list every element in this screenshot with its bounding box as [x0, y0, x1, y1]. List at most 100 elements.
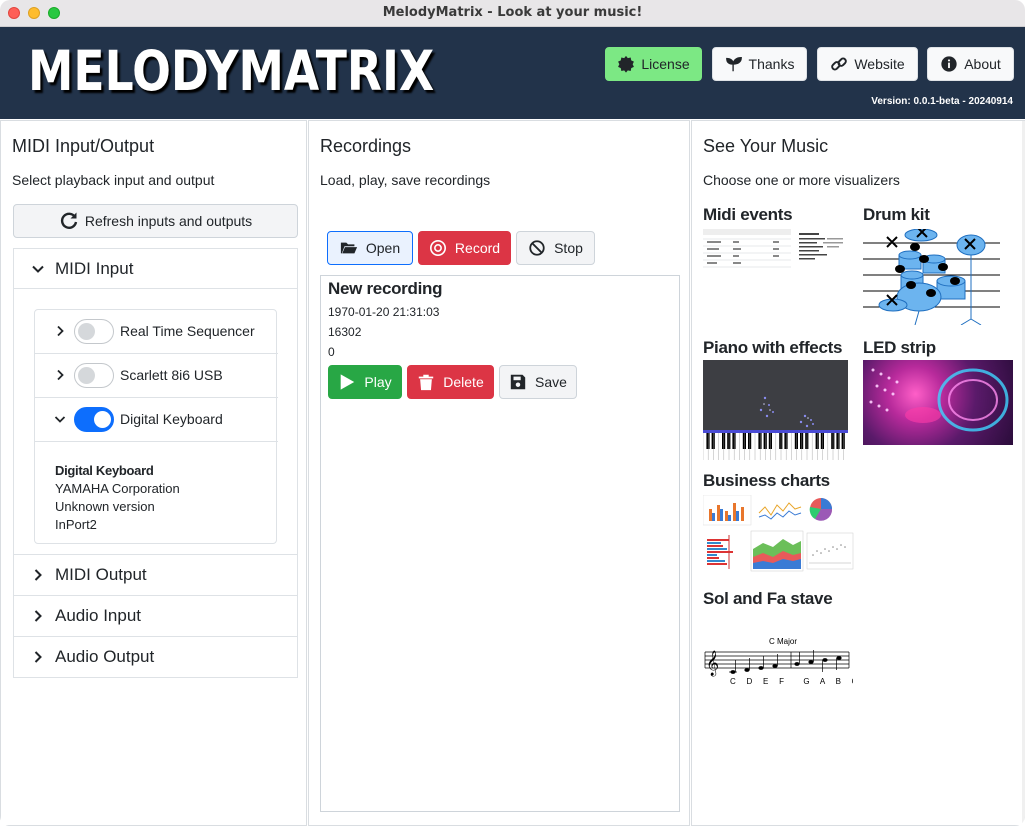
play-button[interactable]: Play: [328, 365, 402, 399]
device-detail-version: Unknown version: [55, 499, 155, 514]
drum-kit-title: Drum kit: [863, 205, 930, 224]
device-row-scarlett[interactable]: Scarlett 8i6 USB: [35, 354, 278, 398]
certificate-icon: [618, 55, 635, 73]
visualizers-subtitle: Choose one or more visualizers: [703, 172, 900, 188]
maximize-window-button[interactable]: [48, 7, 60, 19]
chevron-right-icon: [34, 610, 42, 622]
device-toggle[interactable]: [74, 319, 114, 344]
business-charts-title: Business charts: [703, 471, 830, 490]
treble-clef-icon: 𝄞: [706, 650, 719, 676]
window-title: MelodyMatrix - Look at your music!: [382, 5, 643, 20]
close-window-button[interactable]: [8, 7, 20, 19]
visualizers-title: See Your Music: [703, 136, 829, 156]
website-button[interactable]: Website: [817, 47, 918, 81]
recordings-title: Recordings: [320, 136, 412, 156]
visualizers-panel: See Your Music Choose one or more visual…: [691, 120, 1025, 826]
trash-icon: [419, 374, 434, 391]
recording-name: New recording: [328, 279, 443, 298]
floppy-disk-icon: [510, 374, 526, 390]
piano-effects-thumbnail[interactable]: [703, 360, 848, 460]
business-charts-thumbnail[interactable]: [703, 495, 855, 575]
midi-io-subtitle: Select playback input and output: [12, 172, 215, 188]
record-icon: [429, 239, 446, 257]
midi-output-label: MIDI Output: [55, 565, 147, 584]
chevron-right-icon: [34, 569, 42, 581]
stave-thumbnail[interactable]: C Major 𝄞 C D E F G A B C: [703, 634, 853, 686]
audio-output-header[interactable]: Audio Output: [14, 637, 297, 677]
title-bar: MelodyMatrix - Look at your music!: [0, 0, 1025, 27]
minimize-window-button[interactable]: [28, 7, 40, 19]
device-toggle[interactable]: [74, 407, 114, 432]
audio-input-label: Audio Input: [55, 606, 142, 625]
midi-io-panel: MIDI Input/Output Select playback input …: [0, 120, 307, 826]
recording-value: 0: [328, 345, 335, 359]
chevron-right-icon: [34, 651, 42, 663]
audio-input-header[interactable]: Audio Input: [14, 596, 297, 637]
led-strip-thumbnail[interactable]: [863, 360, 1013, 445]
delete-button[interactable]: Delete: [407, 365, 494, 399]
device-details: Digital Keyboard YAMAHA Corporation Unkn…: [55, 462, 180, 534]
midi-input-label: MIDI Input: [55, 258, 134, 278]
midi-input-header[interactable]: MIDI Input: [14, 249, 297, 289]
save-label: Save: [535, 374, 567, 390]
app-window: MelodyMatrix - Look at your music! MELOD…: [0, 0, 1025, 826]
seedling-icon: [725, 57, 742, 72]
midi-events-title: Midi events: [703, 205, 793, 224]
stave-note-names: C D E F G A B C: [730, 677, 853, 686]
about-label: About: [964, 56, 1001, 72]
device-toggle[interactable]: [74, 363, 114, 388]
open-label: Open: [365, 240, 401, 256]
recordings-subtitle: Load, play, save recordings: [320, 172, 491, 188]
io-accordion: MIDI Output Audio Input Audio Output: [13, 555, 298, 678]
record-button[interactable]: Record: [418, 231, 511, 265]
app-logo: MELODYMATRIX: [28, 39, 435, 103]
refresh-icon: [60, 212, 78, 229]
recordings-panel: Recordings Load, play, save recordings O…: [308, 120, 690, 826]
stop-button[interactable]: Stop: [516, 231, 595, 265]
app-header: MELODYMATRIX License Thanks Website Abou…: [0, 27, 1025, 119]
led-strip-title: LED strip: [863, 338, 936, 357]
device-name: Real Time Sequencer: [120, 323, 255, 339]
recordings-list: New recording 1970-01-20 21:31:03 16302 …: [320, 275, 680, 812]
thanks-button[interactable]: Thanks: [712, 47, 807, 81]
device-detail-vendor: YAMAHA Corporation: [55, 481, 180, 496]
chevron-right-icon: [57, 369, 64, 381]
device-name: Scarlett 8i6 USB: [120, 367, 223, 383]
chevron-down-icon: [54, 416, 66, 423]
refresh-label: Refresh inputs and outputs: [84, 213, 253, 229]
midi-input-accordion: MIDI Input Real Time Sequencer Scarlett …: [13, 248, 298, 555]
recording-date: 1970-01-20 21:31:03: [328, 305, 440, 319]
audio-output-label: Audio Output: [55, 647, 155, 666]
open-button[interactable]: Open: [327, 231, 413, 265]
thanks-label: Thanks: [748, 56, 795, 72]
delete-label: Delete: [443, 374, 484, 390]
website-label: Website: [854, 56, 905, 72]
device-row-digital-keyboard[interactable]: Digital Keyboard: [35, 398, 278, 442]
stave-title: Sol and Fa stave: [703, 589, 833, 608]
version-label: Version: 0.0.1-beta - 20240914: [871, 96, 1013, 107]
piano-effects-title: Piano with effects: [703, 338, 843, 357]
chevron-right-icon: [57, 325, 64, 337]
save-button[interactable]: Save: [499, 365, 577, 399]
device-row-real-time-sequencer[interactable]: Real Time Sequencer: [35, 310, 278, 354]
play-icon: [341, 374, 355, 390]
midi-events-thumbnail[interactable]: [703, 229, 846, 271]
refresh-inputs-button[interactable]: Refresh inputs and outputs: [13, 204, 298, 238]
midi-output-header[interactable]: MIDI Output: [14, 555, 297, 596]
folder-open-icon: [340, 242, 357, 254]
midi-io-title: MIDI Input/Output: [12, 136, 155, 156]
device-detail-name: Digital Keyboard: [55, 463, 154, 478]
recording-events: 16302: [328, 325, 362, 339]
device-detail-port: InPort2: [55, 517, 97, 532]
license-button[interactable]: License: [605, 47, 702, 81]
license-label: License: [641, 56, 690, 72]
record-label: Record: [454, 240, 501, 256]
info-icon: [941, 56, 957, 72]
about-button[interactable]: About: [927, 47, 1014, 81]
link-icon: [831, 57, 848, 71]
ban-icon: [529, 240, 545, 256]
drum-kit-thumbnail[interactable]: [863, 229, 1000, 325]
stop-label: Stop: [554, 240, 583, 256]
chevron-down-icon: [32, 265, 44, 273]
stave-key-label: C Major: [769, 637, 797, 646]
